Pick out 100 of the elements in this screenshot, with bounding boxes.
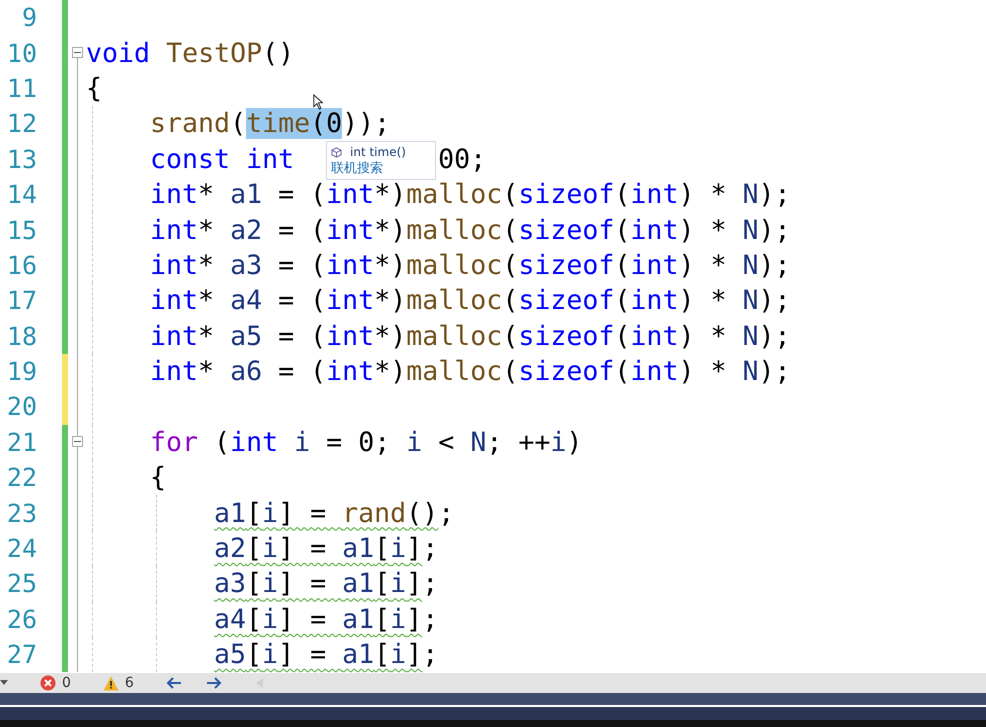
code-token: i (390, 604, 406, 635)
code-token: int (150, 250, 198, 281)
code-token: malloc (406, 214, 502, 246)
code-token: ); (758, 214, 791, 246)
code-token: ] (406, 533, 422, 564)
code-token: [ (246, 498, 262, 529)
code-token: a2 (214, 533, 246, 564)
line-number: 15 (6, 216, 37, 245)
code-token: int (150, 356, 198, 388)
online-search-link[interactable]: 联机搜索 (327, 161, 383, 177)
code-token: * (198, 250, 216, 281)
code-token: malloc (406, 250, 502, 281)
code-token: a1 (230, 179, 262, 210)
code-token: [ (374, 533, 390, 564)
code-token: int (630, 285, 678, 316)
code-token: a1 (342, 533, 374, 564)
code-token: [ (374, 604, 390, 635)
code-token: a6 (230, 356, 262, 388)
code-token: = ( (277, 320, 326, 352)
code-token: ); (758, 356, 791, 388)
code-token: ; (422, 568, 438, 600)
code-token: time (246, 108, 310, 140)
code-token: int (326, 285, 374, 316)
code-token: int (326, 320, 374, 352)
code-token: N (742, 250, 759, 281)
line-number: 21 (6, 428, 37, 457)
dropdown-arrow-icon[interactable] (0, 680, 8, 686)
code-token: () (406, 498, 438, 529)
code-token: const (150, 144, 232, 175)
code-token: ) * (678, 214, 728, 246)
error-count: 0 (62, 675, 71, 691)
code-token: ) (566, 426, 582, 458)
code-token: int (150, 214, 198, 246)
code-token: ] = (278, 604, 328, 635)
code-token: = ( (277, 285, 326, 316)
code-token: sizeof (518, 285, 614, 316)
code-token: ] (406, 568, 422, 600)
warning-icon[interactable] (102, 676, 119, 690)
code-token: ); (758, 285, 791, 316)
mouse-pointer-icon (313, 94, 324, 110)
code-token: *) (374, 214, 406, 246)
code-token: * (198, 356, 216, 388)
code-token: ] = (278, 639, 328, 670)
code-token: 0 (358, 426, 374, 458)
code-token: int (326, 250, 374, 281)
code-token: () (262, 38, 294, 69)
code-token: [ (246, 604, 262, 635)
code-token: int (150, 285, 198, 316)
code-token: ) * (678, 179, 728, 210)
line-number: 22 (6, 463, 37, 492)
error-icon[interactable] (40, 675, 56, 691)
collapse-icon[interactable] (72, 47, 83, 58)
code-token: = (325, 426, 344, 458)
code-token: ( (213, 426, 230, 458)
code-token: rand (342, 498, 406, 529)
code-token: [ (374, 568, 390, 600)
code-token: TestOP (166, 38, 262, 69)
code-token: int (630, 214, 678, 246)
code-token: sizeof (518, 250, 614, 281)
code-token: int (630, 356, 678, 388)
code-token: a3 (214, 568, 246, 600)
code-token: i (390, 568, 406, 600)
code-token: a4 (230, 285, 262, 316)
collapse-icon[interactable] (72, 436, 83, 448)
code-token: a4 (214, 604, 246, 635)
code-token: i (262, 498, 278, 529)
code-token: i (262, 604, 278, 635)
code-token: )); (342, 108, 390, 140)
line-number: 10 (6, 38, 37, 68)
line-number: 25 (6, 569, 37, 598)
code-token: a1 (342, 568, 374, 600)
line-number: 9 (20, 3, 37, 32)
code-token: ] = (278, 533, 328, 564)
line-number: 19 (6, 357, 37, 386)
code-token: int (326, 356, 374, 388)
line-number: 16 (6, 250, 37, 280)
line-number: 23 (6, 498, 37, 528)
code-token: malloc (406, 320, 502, 352)
code-token: a3 (230, 250, 262, 281)
code-token: ( (614, 285, 630, 316)
code-token: for (150, 426, 198, 458)
code-token: N (742, 214, 759, 246)
code-token: ( (230, 108, 246, 140)
code-token: int (630, 320, 678, 352)
code-token: *) (374, 320, 406, 352)
code-token: sizeof (518, 320, 614, 352)
code-token: malloc (406, 285, 502, 316)
code-token: [ (246, 568, 262, 600)
code-token: i (550, 426, 566, 458)
code-token: a2 (230, 214, 262, 246)
code-token: ( (310, 108, 326, 140)
code-token: ( (614, 179, 630, 210)
line-number: 24 (6, 534, 37, 564)
code-token: [ (374, 639, 390, 670)
code-token: i (262, 639, 278, 670)
code-token: = ( (277, 250, 326, 281)
code-token: int (630, 250, 678, 281)
code-token: { (150, 462, 166, 494)
line-number: 18 (6, 322, 37, 351)
code-token: ; (438, 498, 454, 529)
